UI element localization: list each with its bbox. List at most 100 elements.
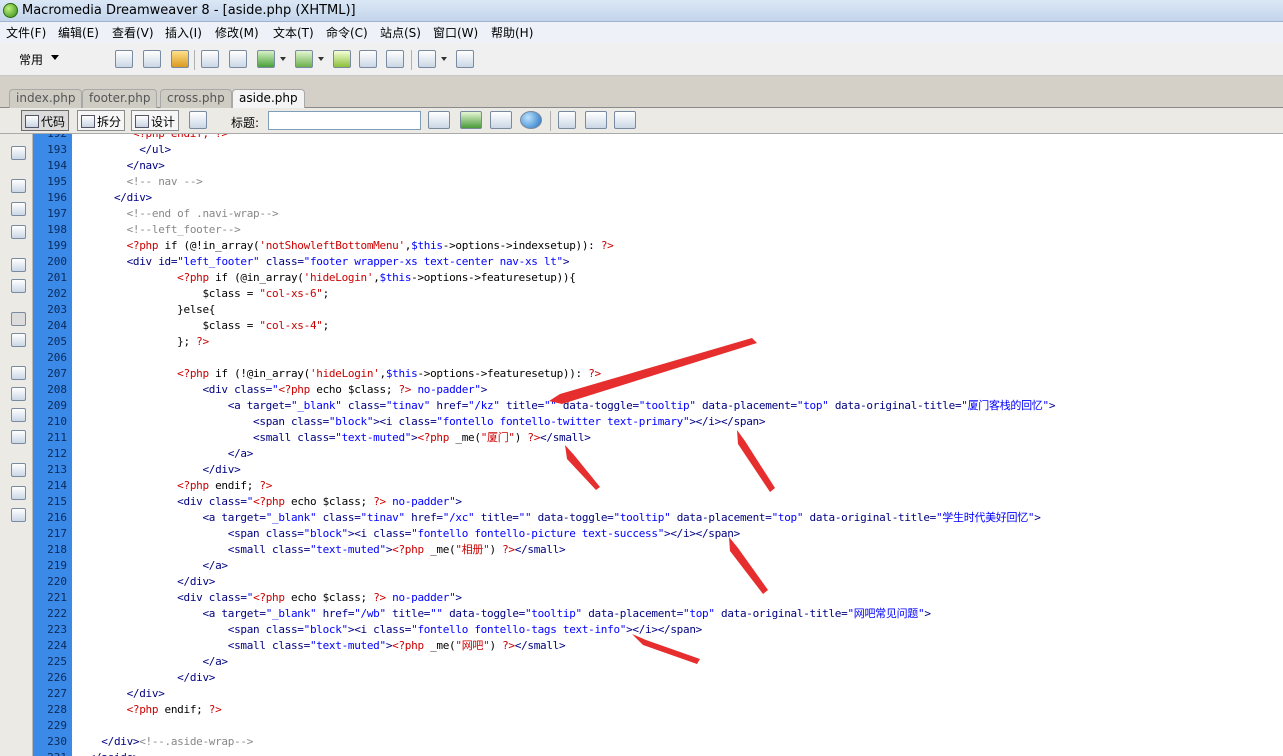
open-documents-icon[interactable] [11,146,26,160]
server-include-icon[interactable] [359,50,377,68]
code-token: <?php [177,367,216,380]
menu-help[interactable]: 帮助(H) [491,24,533,41]
media-icon[interactable] [295,50,313,68]
code-line[interactable]: $class = "col-xs-4"; [76,318,329,334]
code-line[interactable]: <?php if (@in_array('hideLogin',$this->o… [76,270,576,286]
code-line[interactable]: </ul> [76,142,171,158]
recent-snippets-icon[interactable] [11,430,26,444]
live-data-icon[interactable] [189,111,207,129]
code-line[interactable]: }; ?> [76,334,209,350]
menu-window[interactable]: 窗口(W) [433,24,478,41]
code-line[interactable]: </a> [76,446,254,462]
wrap-tag-icon[interactable] [11,408,26,422]
code-line[interactable]: </div> [76,686,165,702]
code-line[interactable]: $class = "col-xs-6"; [76,286,329,302]
code-line[interactable]: </div> [76,190,152,206]
preview-browser-icon[interactable] [520,111,542,129]
code-line[interactable]: <small class="text-muted"><?php _me("相册"… [76,542,566,558]
view-options-icon[interactable] [585,111,607,129]
tab-cross-php[interactable]: cross.php [160,89,232,108]
outdent-code-icon[interactable] [11,486,26,500]
menu-view[interactable]: 查看(V) [112,24,154,41]
code-line[interactable]: </div> [76,462,240,478]
chevron-down-icon[interactable] [51,55,59,60]
code-line[interactable]: <a target="_blank" href="/wb" title="" d… [76,606,931,622]
code-line[interactable]: </div><!--.aside-wrap--> [76,734,253,750]
hyperlink-icon[interactable] [115,50,133,68]
chevron-down-icon[interactable] [441,57,447,61]
menu-edit[interactable]: 编辑(E) [58,24,99,41]
code-line[interactable]: <small class="text-muted"><?php _me("网吧"… [76,638,566,654]
tab-index-php[interactable]: index.php [9,89,83,108]
code-line[interactable]: </div> [76,670,215,686]
code-line[interactable]: </nav> [76,158,165,174]
code-line[interactable]: <small class="text-muted"><?php _me("厦门"… [76,430,591,446]
code-line[interactable]: </a> [76,654,228,670]
code-line[interactable]: <?php endif; ?> [76,702,222,718]
indent-code-icon[interactable] [11,463,26,477]
highlight-invalid-code-icon[interactable] [11,333,26,347]
expand-all-icon[interactable] [11,225,26,239]
code-line[interactable]: <?php endif; ?> [76,478,272,494]
apply-comment-icon[interactable] [11,366,26,380]
menu-modify[interactable]: 修改(M) [215,24,259,41]
comment-icon[interactable] [386,50,404,68]
tab-footer-php[interactable]: footer.php [82,89,158,108]
code-line[interactable]: <a target="_blank" class="tinav" href="/… [76,398,1056,414]
tag-chooser-icon[interactable] [456,50,474,68]
select-parent-tag-icon[interactable] [11,258,26,272]
code-line[interactable]: <a target="_blank" class="tinav" href="/… [76,510,1040,526]
code-line[interactable]: <div class="<?php echo $class; ?> no-pad… [76,382,487,398]
chevron-down-icon[interactable] [280,57,286,61]
table-icon[interactable] [201,50,219,68]
chevron-down-icon[interactable] [318,57,324,61]
design-view-button[interactable]: 设计 [131,110,180,131]
code-token: <div class= [202,383,273,396]
remove-comment-icon[interactable] [11,387,26,401]
code-line[interactable]: <div id="left_footer" class="footer wrap… [76,254,570,270]
code-line[interactable]: </aside> [76,750,140,756]
code-line[interactable]: <?php if (@!in_array('notShowleftBottomM… [76,238,614,254]
format-source-icon[interactable] [11,508,26,522]
date-icon[interactable] [333,50,351,68]
code-token: "tooltip" [638,399,696,412]
code-line[interactable]: </a> [76,558,228,574]
split-view-button[interactable]: 拆分 [77,110,126,131]
code-line[interactable]: <!--end of .navi-wrap--> [76,206,279,222]
menu-site[interactable]: 站点(S) [380,24,421,41]
document-title-input[interactable] [268,111,421,130]
code-line[interactable]: <?php endif; ?> [76,134,228,142]
file-management-icon[interactable] [490,111,512,129]
menu-commands[interactable]: 命令(C) [326,24,368,41]
tab-aside-php[interactable]: aside.php [232,89,305,109]
refresh-icon[interactable] [558,111,576,129]
check-browser-icon[interactable] [460,111,482,129]
code-line[interactable]: <span class="block"><i class="fontello f… [76,414,765,430]
code-line[interactable]: <!-- nav --> [76,174,203,190]
menu-file[interactable]: 文件(F) [6,24,46,41]
code-editor[interactable]: <?php endif; ?> </ul> </nav> <!-- nav --… [72,134,1283,756]
email-link-icon[interactable] [143,50,161,68]
menu-text[interactable]: 文本(T) [273,24,314,41]
visual-aids-icon[interactable] [614,111,636,129]
collapse-full-tag-icon[interactable] [11,179,26,193]
code-line[interactable]: <?php if (!@in_array('hideLogin',$this->… [76,366,601,382]
code-line[interactable]: <!--left_footer--> [76,222,241,238]
code-line[interactable]: }else{ [76,302,215,318]
insert-category-select[interactable]: 常用 [19,51,43,68]
image-icon[interactable] [257,50,275,68]
layer-icon[interactable] [229,50,247,68]
code-line[interactable]: <div class="<?php echo $class; ?> no-pad… [76,494,462,510]
head-tags-icon[interactable] [418,50,436,68]
collapse-selection-icon[interactable] [11,202,26,216]
code-line[interactable]: </div> [76,574,215,590]
code-line[interactable]: <span class="block"><i class="fontello f… [76,526,740,542]
named-anchor-icon[interactable] [171,50,189,68]
line-numbers-icon[interactable] [11,312,26,326]
code-line[interactable]: <div class="<?php echo $class; ?> no-pad… [76,590,462,606]
validate-markup-icon[interactable] [428,111,450,129]
balance-braces-icon[interactable] [11,279,26,293]
menu-insert[interactable]: 插入(I) [165,24,202,41]
code-view-button[interactable]: 代码 [21,110,70,131]
code-line[interactable]: <span class="block"><i class="fontello f… [76,622,703,638]
